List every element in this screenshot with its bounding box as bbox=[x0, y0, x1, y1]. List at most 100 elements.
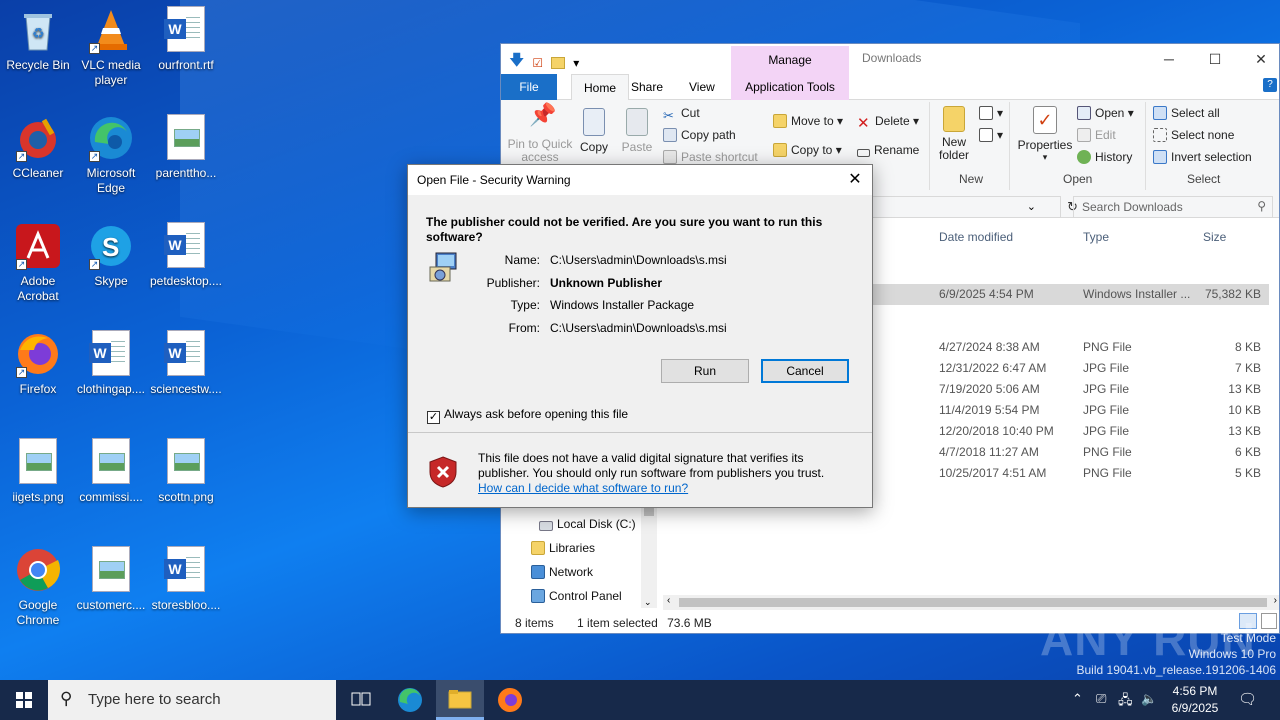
start-button[interactable] bbox=[0, 680, 48, 720]
file-size: 7 KB bbox=[1234, 361, 1261, 375]
nav-scrollbar[interactable]: ⌄ bbox=[641, 506, 657, 608]
file-row[interactable]: 12/20/2018 10:40 PM JPG File 13 KB bbox=[873, 421, 1269, 442]
pin-quick-access-button[interactable]: 📌 Pin to Quick access bbox=[507, 104, 573, 164]
column-header-date[interactable]: Date modified bbox=[939, 230, 1013, 244]
move-to-button[interactable]: Move to ▾ bbox=[773, 114, 843, 128]
taskbar-edge[interactable] bbox=[386, 680, 434, 720]
network-icon[interactable]: 🖧 bbox=[1118, 691, 1133, 713]
chevron-down-icon[interactable]: ▾ bbox=[573, 56, 579, 70]
chevron-left-icon[interactable]: ‹ bbox=[667, 595, 670, 606]
nav-item-libraries[interactable]: Libraries bbox=[531, 541, 595, 555]
tab-view[interactable]: View bbox=[677, 74, 727, 100]
folder-icon[interactable] bbox=[551, 56, 566, 69]
desktop-icon-iigets[interactable]: iigets.png bbox=[0, 438, 76, 505]
desktop-icon-parenttho[interactable]: parenttho... bbox=[148, 114, 224, 181]
properties-button[interactable]: ✓ Properties ▾ bbox=[1016, 106, 1074, 163]
file-row[interactable]: 10/25/2017 4:51 AM PNG File 5 KB bbox=[873, 463, 1269, 484]
volume-icon[interactable]: 🔈 bbox=[1141, 691, 1157, 707]
file-row-selected[interactable]: 6/9/2025 4:54 PM Windows Installer ... 7… bbox=[873, 284, 1269, 305]
nav-item-control-panel[interactable]: Control Panel bbox=[531, 589, 622, 603]
new-item-button[interactable]: ▾ bbox=[979, 106, 1003, 120]
history-button[interactable]: History bbox=[1077, 150, 1132, 164]
file-row[interactable]: 7/19/2020 5:06 AM JPG File 13 KB bbox=[873, 379, 1269, 400]
tab-manage[interactable]: Manage bbox=[731, 46, 849, 74]
copy-button[interactable]: Copy bbox=[579, 108, 609, 154]
tab-file[interactable]: File bbox=[501, 74, 557, 100]
desktop-icon-firefox[interactable]: ↗ Firefox bbox=[0, 330, 76, 397]
file-row[interactable]: 4/27/2024 8:38 AM PNG File 8 KB bbox=[873, 337, 1269, 358]
address-bar[interactable]: ⌄ ↻ bbox=[871, 196, 1078, 218]
chevron-up-icon[interactable]: ⌃ bbox=[1072, 691, 1083, 707]
notification-icon[interactable]: 🗨 bbox=[1238, 690, 1257, 708]
run-button[interactable]: Run bbox=[661, 359, 749, 383]
desktop-icon-chrome[interactable]: Google Chrome bbox=[0, 546, 76, 628]
minimize-button[interactable]: ─ bbox=[1146, 44, 1192, 74]
task-view-button[interactable] bbox=[336, 680, 384, 720]
horizontal-scrollbar-thumb[interactable] bbox=[679, 598, 1267, 607]
file-row[interactable]: 4/7/2018 11:27 AM PNG File 6 KB bbox=[873, 442, 1269, 463]
chrome-icon bbox=[14, 546, 62, 594]
horizontal-scrollbar[interactable]: ‹ › bbox=[663, 595, 1279, 610]
edit-button[interactable]: Edit bbox=[1077, 128, 1116, 142]
cancel-button[interactable]: Cancel bbox=[761, 359, 849, 383]
easy-access-button[interactable]: ▾ bbox=[979, 128, 1003, 142]
desktop-icon-sciencestw[interactable]: W sciencestw.... bbox=[148, 330, 224, 397]
rename-button[interactable]: Rename bbox=[857, 143, 919, 157]
desktop-icon-vlc[interactable]: ↗ VLC media player bbox=[73, 6, 149, 88]
desktop-icon-edge[interactable]: ↗ Microsoft Edge bbox=[73, 114, 149, 196]
desktop-icon-ccleaner[interactable]: ↗ CCleaner bbox=[0, 114, 76, 181]
desktop-icon-commissi[interactable]: commissi.... bbox=[73, 438, 149, 505]
nav-item-local-disk[interactable]: Local Disk (C:) bbox=[539, 517, 636, 531]
column-header-type[interactable]: Type bbox=[1083, 230, 1109, 244]
large-icons-view-button[interactable] bbox=[1261, 613, 1277, 629]
always-ask-checkbox[interactable]: ✓ Always ask before opening this file bbox=[427, 407, 628, 424]
select-all-button[interactable]: Select all bbox=[1153, 106, 1220, 120]
delete-button[interactable]: ✕ Delete ▾ bbox=[857, 114, 919, 132]
file-size: 13 KB bbox=[1228, 382, 1261, 396]
copy-path-button[interactable]: Copy path bbox=[663, 128, 736, 142]
dialog-close-button[interactable]: ✕ bbox=[844, 169, 866, 191]
paste-button[interactable]: Paste bbox=[621, 108, 653, 154]
status-size: 73.6 MB bbox=[667, 616, 712, 630]
desktop-icon-storesbloo[interactable]: W storesbloo.... bbox=[148, 546, 224, 613]
taskbar-firefox[interactable] bbox=[486, 680, 534, 720]
new-folder-button[interactable]: New folder bbox=[937, 106, 971, 162]
select-none-button[interactable]: Select none bbox=[1153, 128, 1234, 142]
cut-button[interactable]: ✂ Cut bbox=[663, 106, 700, 123]
network-status-icon[interactable]: ⎚ bbox=[1096, 691, 1106, 707]
desktop-icon-ourfront[interactable]: W ourfront.rtf bbox=[148, 6, 224, 73]
paste-shortcut-button[interactable]: Paste shortcut bbox=[663, 150, 758, 164]
desktop-icon-customerc[interactable]: customerc.... bbox=[73, 546, 149, 613]
desktop-icon-petdesktop[interactable]: W petdesktop.... bbox=[148, 222, 224, 289]
taskbar-search-input[interactable]: ⚲ Type here to search bbox=[48, 680, 336, 720]
search-input[interactable]: Search Downloads ⚲ bbox=[1073, 196, 1273, 218]
down-arrow-icon[interactable]: 🡇 bbox=[509, 50, 524, 75]
desktop-icon-skype[interactable]: S ↗ Skype bbox=[73, 222, 149, 289]
file-row[interactable]: 11/4/2019 5:54 PM JPG File 10 KB bbox=[873, 400, 1269, 421]
help-icon[interactable]: ? bbox=[1263, 78, 1277, 92]
nav-item-network[interactable]: Network bbox=[531, 565, 593, 579]
column-header-size[interactable]: Size bbox=[1203, 230, 1226, 244]
tab-application-tools[interactable]: Application Tools bbox=[731, 74, 849, 100]
invert-selection-button[interactable]: Invert selection bbox=[1153, 150, 1252, 164]
copy-to-button[interactable]: Copy to ▾ bbox=[773, 143, 842, 157]
taskbar-file-explorer[interactable] bbox=[436, 680, 484, 720]
easy-access-icon bbox=[979, 128, 993, 142]
tab-share[interactable]: Share bbox=[619, 74, 675, 100]
from-label: From: bbox=[508, 321, 540, 335]
file-row[interactable]: 12/31/2022 6:47 AM JPG File 7 KB bbox=[873, 358, 1269, 379]
properties-check-icon[interactable]: ☑ bbox=[532, 56, 543, 70]
close-window-button[interactable]: ✕ bbox=[1238, 44, 1280, 74]
desktop-icon-scottn[interactable]: scottn.png bbox=[148, 438, 224, 505]
chevron-down-icon[interactable]: ⌄ bbox=[1027, 200, 1036, 213]
help-link[interactable]: How can I decide what software to run? bbox=[478, 481, 688, 495]
checkbox-checked-icon[interactable]: ✓ bbox=[427, 411, 440, 424]
clock[interactable]: 4:56 PM 6/9/2025 bbox=[1160, 683, 1230, 717]
desktop-icon-acrobat[interactable]: ↗ Adobe Acrobat bbox=[0, 222, 76, 304]
desktop-icon-clothingap[interactable]: W clothingap.... bbox=[73, 330, 149, 397]
maximize-button[interactable]: ☐ bbox=[1192, 44, 1238, 74]
open-button[interactable]: Open ▾ bbox=[1077, 106, 1134, 120]
desktop-icon-recycle-bin[interactable]: ♻ Recycle Bin bbox=[0, 6, 76, 73]
chevron-down-icon[interactable]: ⌄ bbox=[644, 597, 652, 608]
chevron-right-icon[interactable]: › bbox=[1274, 595, 1277, 606]
